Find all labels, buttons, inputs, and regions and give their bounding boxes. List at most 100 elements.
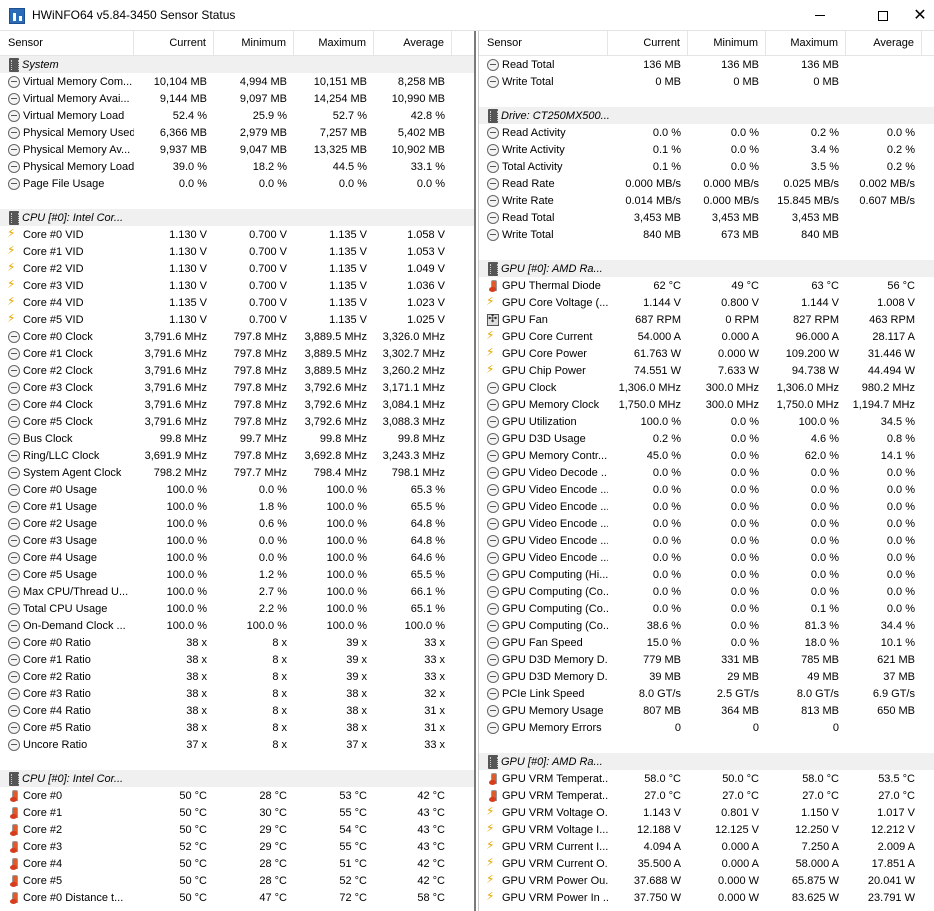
sensor-group-row[interactable]: Drive: CT250MX500... — [479, 107, 934, 124]
sensor-row[interactable]: Physical Memory Load 39.0 % 18.2 % 44.5 % 33… — [0, 158, 474, 175]
sensor-row[interactable]: GPU Video Encode ... 0.0 % 0.0 % 0.0 % 0.0 % — [479, 498, 934, 515]
sensor-row[interactable]: GPU D3D Memory D... 39 MB 29 MB 49 MB 37 MB — [479, 668, 934, 685]
minimize-button[interactable] — [797, 0, 843, 31]
sensor-row[interactable]: Physical Memory Used 6,366 MB 2,979 MB 7,25… — [0, 124, 474, 141]
sensor-row[interactable]: GPU Memory Contr... 45.0 % 0.0 % 62.0 % 14.1… — [479, 447, 934, 464]
column-current[interactable]: Current — [608, 31, 688, 56]
sensor-row[interactable]: GPU Memory Clock 1,750.0 MHz 300.0 MHz 1,75… — [479, 396, 934, 413]
sensor-row[interactable]: GPU Thermal Diode 62 °C 49 °C 63 °C 56 °C — [479, 277, 934, 294]
sensor-row[interactable]: Read Activity 0.0 % 0.0 % 0.2 % 0.0 % — [479, 124, 934, 141]
sensor-row[interactable]: Page File Usage 0.0 % 0.0 % 0.0 % 0.0 % — [0, 175, 474, 192]
sensor-row[interactable]: Core #2 Usage 100.0 % 0.6 % 100.0 % 64.8 % — [0, 515, 474, 532]
sensor-row[interactable]: GPU Core Power 61.763 W 0.000 W 109.200 W 31… — [479, 345, 934, 362]
sensor-row[interactable]: Write Total 840 MB 673 MB 840 MB — [479, 226, 934, 243]
column-maximum[interactable]: Maximum — [766, 31, 846, 56]
sensor-row[interactable]: GPU Fan Speed 15.0 % 0.0 % 18.0 % 10.1 % — [479, 634, 934, 651]
sensor-row[interactable]: GPU Computing (Co... 0.0 % 0.0 % 0.0 % 0.0 % — [479, 583, 934, 600]
sensor-row[interactable]: GPU Video Encode ... 0.0 % 0.0 % 0.0 % 0.0 % — [479, 481, 934, 498]
sensor-row[interactable]: GPU Utilization 100.0 % 0.0 % 100.0 % 34.5 % — [479, 413, 934, 430]
maximize-button[interactable] — [860, 0, 906, 31]
sensor-row[interactable]: Core #3 Usage 100.0 % 0.0 % 100.0 % 64.8 % — [0, 532, 474, 549]
sensor-row[interactable]: Write Total 0 MB 0 MB 0 MB — [479, 73, 934, 90]
sensor-row[interactable]: Core #1 Usage 100.0 % 1.8 % 100.0 % 65.5 % — [0, 498, 474, 515]
sensor-row[interactable]: Core #4 Usage 100.0 % 0.0 % 100.0 % 64.6 % — [0, 549, 474, 566]
column-sensor[interactable]: Sensor — [479, 31, 608, 56]
sensor-row[interactable]: GPU VRM Temperat... 27.0 °C 27.0 °C 27.0 °C… — [479, 787, 934, 804]
sensor-row[interactable]: Core #4 50 °C 28 °C 51 °C 42 °C — [0, 855, 474, 872]
sensor-row[interactable]: Core #2 50 °C 29 °C 54 °C 43 °C — [0, 821, 474, 838]
sensor-row[interactable]: Core #3 VID 1.130 V 0.700 V 1.135 V 1.036 V — [0, 277, 474, 294]
sensor-row[interactable]: GPU Core Current 54.000 A 0.000 A 96.000 A 2… — [479, 328, 934, 345]
sensor-row[interactable]: GPU VRM Current I... 4.094 A 0.000 A 7.250 … — [479, 838, 934, 855]
close-button[interactable]: ✕ — [906, 0, 934, 31]
sensor-row[interactable]: Write Rate 0.014 MB/s 0.000 MB/s 15.845 MB/… — [479, 192, 934, 209]
sensor-row[interactable]: Write Activity 0.1 % 0.0 % 3.4 % 0.2 % — [479, 141, 934, 158]
sensor-row[interactable]: GPU D3D Memory D... 779 MB 331 MB 785 MB 621… — [479, 651, 934, 668]
sensor-row[interactable]: Core #1 50 °C 30 °C 55 °C 43 °C — [0, 804, 474, 821]
sensor-row[interactable]: GPU Video Decode ... 0.0 % 0.0 % 0.0 % 0.0 % — [479, 464, 934, 481]
sensor-row[interactable]: GPU VRM Temperat... 58.0 °C 50.0 °C 58.0 °C… — [479, 770, 934, 787]
sensor-row[interactable]: Max CPU/Thread U... 100.0 % 2.7 % 100.0 % 66… — [0, 583, 474, 600]
sensor-row[interactable]: GPU Video Encode ... 0.0 % 0.0 % 0.0 % 0.0 % — [479, 549, 934, 566]
sensor-row[interactable]: GPU Chip Power 74.551 W 7.633 W 94.738 W 44.… — [479, 362, 934, 379]
sensor-row[interactable]: Core #5 Clock 3,791.6 MHz 797.8 MHz 3,792.6… — [0, 413, 474, 430]
sensor-row[interactable]: Read Total 3,453 MB 3,453 MB 3,453 MB — [479, 209, 934, 226]
sensor-row[interactable]: GPU VRM Voltage I... 12.188 V 12.125 V 12.2… — [479, 821, 934, 838]
sensor-row[interactable]: PCIe Link Speed 8.0 GT/s 2.5 GT/s 8.0 GT/s 6… — [479, 685, 934, 702]
sensor-group-row[interactable]: CPU [#0]: Intel Cor... — [0, 770, 474, 787]
sensor-row[interactable]: Total CPU Usage 100.0 % 2.2 % 100.0 % 65.1 % — [0, 600, 474, 617]
sensor-group-row[interactable]: System — [0, 56, 474, 73]
sensor-row[interactable]: Read Total 136 MB 136 MB 136 MB — [479, 56, 934, 73]
sensor-row[interactable]: Core #1 Clock 3,791.6 MHz 797.8 MHz 3,889.5… — [0, 345, 474, 362]
sensor-row[interactable]: Core #2 Clock 3,791.6 MHz 797.8 MHz 3,889.5… — [0, 362, 474, 379]
sensor-row[interactable]: Core #2 Ratio 38 x 8 x 39 x 33 x — [0, 668, 474, 685]
sensor-row[interactable]: GPU Computing (Hi... 0.0 % 0.0 % 0.0 % 0.0 % — [479, 566, 934, 583]
sensor-row[interactable]: Core #0 VID 1.130 V 0.700 V 1.135 V 1.058 V — [0, 226, 474, 243]
sensor-row[interactable]: Core #0 Usage 100.0 % 0.0 % 100.0 % 65.3 % — [0, 481, 474, 498]
column-minimum[interactable]: Minimum — [214, 31, 294, 56]
sensor-row[interactable]: Physical Memory Av... 9,937 MB 9,047 MB 13,… — [0, 141, 474, 158]
column-average[interactable]: Average — [846, 31, 922, 56]
sensor-row[interactable]: Virtual Memory Load 52.4 % 25.9 % 52.7 % 42.… — [0, 107, 474, 124]
sensor-pane-right[interactable]: Sensor Current Minimum Maximum Average R… — [478, 31, 934, 911]
sensor-row[interactable]: Uncore Ratio 37 x 8 x 37 x 33 x — [0, 736, 474, 753]
sensor-row[interactable]: Core #3 Clock 3,791.6 MHz 797.8 MHz 3,792.6… — [0, 379, 474, 396]
sensor-row[interactable]: Core #4 Clock 3,791.6 MHz 797.8 MHz 3,792.6… — [0, 396, 474, 413]
sensor-row[interactable]: Core #5 50 °C 28 °C 52 °C 42 °C — [0, 872, 474, 889]
sensor-pane-left[interactable]: Sensor Current Minimum Maximum Average S… — [0, 31, 476, 911]
sensor-row[interactable]: GPU D3D Usage 0.2 % 0.0 % 4.6 % 0.8 % — [479, 430, 934, 447]
sensor-row[interactable]: Virtual Memory Com... 10,104 MB 4,994 MB 10… — [0, 73, 474, 90]
sensor-row[interactable]: Core #0 Distance t... 50 °C 47 °C 72 °C 58 °… — [0, 889, 474, 906]
sensor-row[interactable]: GPU Clock 1,306.0 MHz 300.0 MHz 1,306.0 MHz… — [479, 379, 934, 396]
sensor-row[interactable]: Virtual Memory Avai... 9,144 MB 9,097 MB 14… — [0, 90, 474, 107]
sensor-row[interactable]: GPU Video Encode ... 0.0 % 0.0 % 0.0 % 0.0 % — [479, 515, 934, 532]
sensor-row[interactable]: Core #0 Ratio 38 x 8 x 39 x 33 x — [0, 634, 474, 651]
sensor-row[interactable]: Total Activity 0.1 % 0.0 % 3.5 % 0.2 % — [479, 158, 934, 175]
sensor-row[interactable]: GPU Memory Usage 807 MB 364 MB 813 MB 650 MB — [479, 702, 934, 719]
sensor-row[interactable]: Core #5 Usage 100.0 % 1.2 % 100.0 % 65.5 % — [0, 566, 474, 583]
column-minimum[interactable]: Minimum — [688, 31, 766, 56]
sensor-row[interactable]: GPU Video Encode ... 0.0 % 0.0 % 0.0 % 0.0 % — [479, 532, 934, 549]
sensor-row[interactable]: GPU Memory Errors 0 0 0 — [479, 719, 934, 736]
sensor-group-row[interactable]: GPU [#0]: AMD Ra... — [479, 753, 934, 770]
sensor-row[interactable]: Core #3 52 °C 29 °C 55 °C 43 °C — [0, 838, 474, 855]
sensor-row[interactable]: Read Rate 0.000 MB/s 0.000 MB/s 0.025 MB/s 0… — [479, 175, 934, 192]
sensor-row[interactable]: GPU Fan 687 RPM 0 RPM 827 RPM 463 RPM — [479, 311, 934, 328]
column-sensor[interactable]: Sensor — [0, 31, 134, 56]
sensor-row[interactable]: GPU VRM Power In ... 37.750 W 0.000 W 83.62… — [479, 889, 934, 906]
column-maximum[interactable]: Maximum — [294, 31, 374, 56]
sensor-row[interactable]: Core #0 50 °C 28 °C 53 °C 42 °C — [0, 787, 474, 804]
sensor-row[interactable]: GPU VRM Power Ou... 37.688 W 0.000 W 65.875… — [479, 872, 934, 889]
sensor-group-row[interactable]: GPU [#0]: AMD Ra... — [479, 260, 934, 277]
sensor-row[interactable]: On-Demand Clock ... 100.0 % 100.0 % 100.0 %… — [0, 617, 474, 634]
sensor-row[interactable]: Bus Clock 99.8 MHz 99.7 MHz 99.8 MHz 99.8 MH… — [0, 430, 474, 447]
column-average[interactable]: Average — [374, 31, 452, 56]
sensor-row[interactable]: GPU VRM Current O... 35.500 A 0.000 A 58.00… — [479, 855, 934, 872]
sensor-row[interactable]: Core #0 Clock 3,791.6 MHz 797.8 MHz 3,889.5… — [0, 328, 474, 345]
sensor-row[interactable]: Ring/LLC Clock 3,691.9 MHz 797.8 MHz 3,692.… — [0, 447, 474, 464]
sensor-row[interactable]: Core #4 Ratio 38 x 8 x 38 x 31 x — [0, 702, 474, 719]
sensor-row[interactable]: Core #2 VID 1.130 V 0.700 V 1.135 V 1.049 V — [0, 260, 474, 277]
sensor-row[interactable]: Core #1 VID 1.130 V 0.700 V 1.135 V 1.053 V — [0, 243, 474, 260]
column-current[interactable]: Current — [134, 31, 214, 56]
sensor-row[interactable]: Core #5 VID 1.130 V 0.700 V 1.135 V 1.025 V — [0, 311, 474, 328]
